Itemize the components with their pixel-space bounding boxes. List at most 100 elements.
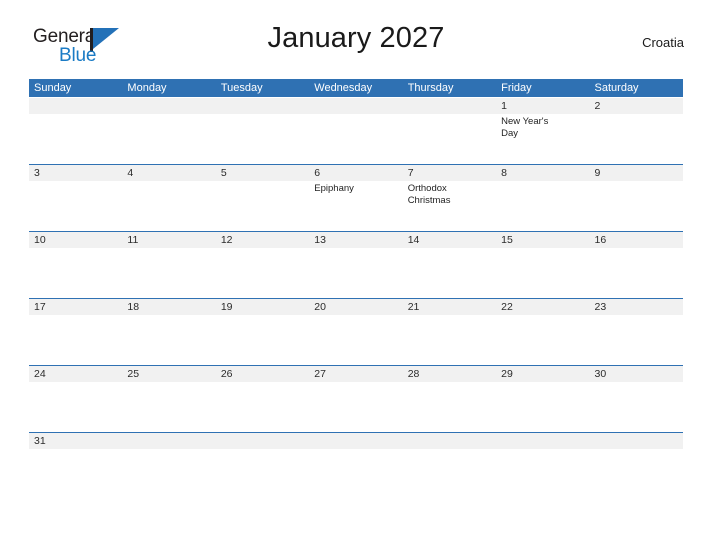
calendar-day-cell[interactable]: 23 [590,299,683,315]
day-number: 22 [501,301,513,313]
calendar-day-cell[interactable]: 20 [309,299,402,315]
day-number: 27 [314,368,326,380]
calendar-day-cell[interactable]: 16 [590,232,683,248]
day-number [314,98,402,114]
week-cells: 17 18 19 20 21 22 23 [29,299,683,315]
day-number: 2 [594,100,601,112]
calendar-empty-cell [403,98,496,140]
calendar-day-cell[interactable]: 1 New Year's Day [496,98,589,140]
day-number: 30 [594,368,607,380]
calendar-empty-cell [29,98,122,140]
weekday-thursday: Thursday [407,82,454,94]
calendar-week-row: 3 4 5 6 Epiphany 7 Orthodox Christmas 8 9 [29,164,683,231]
weekday-tuesday: Tuesday [220,82,263,94]
calendar-day-cell[interactable]: 28 [403,366,496,382]
week-cells: 10 11 12 13 14 15 16 [29,232,683,248]
calendar-day-cell[interactable]: 6 Epiphany [309,165,402,207]
day-number: 9 [594,167,601,179]
day-number: 15 [501,234,513,246]
calendar-week-row: 1 New Year's Day 2 [29,97,683,164]
day-number: 6 [314,167,321,179]
calendar-grid: Sunday Monday Tuesday Wednesday Thursday… [29,79,683,472]
calendar-day-cell[interactable]: 27 [309,366,402,382]
calendar-day-cell[interactable]: 3 [29,165,122,207]
weekday-monday: Monday [127,82,167,94]
calendar-week-row: 10 11 12 13 14 15 16 [29,231,683,298]
calendar-empty-cell [590,433,683,449]
day-number: 31 [34,435,46,447]
calendar-day-cell[interactable]: 2 [590,98,683,140]
calendar-day-cell[interactable]: 11 [122,232,215,248]
day-events: Epiphany [314,181,402,195]
calendar-day-cell[interactable]: 19 [216,299,309,315]
day-number [34,98,122,114]
weekday-sunday: Sunday [34,82,72,94]
weekday-header-row: Sunday Monday Tuesday Wednesday Thursday… [29,79,683,97]
calendar-day-cell[interactable]: 29 [496,366,589,382]
calendar-week-row: 17 18 19 20 21 22 23 [29,298,683,365]
day-number: 1 [501,100,507,112]
calendar-day-cell[interactable]: 4 [122,165,215,207]
holiday-event-label: New Year's Day [501,116,549,139]
calendar-week-row: 24 25 26 27 28 29 30 [29,365,683,432]
calendar-day-cell[interactable]: 21 [403,299,496,315]
day-number [314,433,402,449]
calendar-day-cell[interactable]: 26 [216,366,309,382]
calendar-day-cell[interactable]: 10 [29,232,122,248]
week-cells: 31 [29,433,683,449]
day-number: 5 [220,167,227,179]
calendar-day-cell[interactable]: 25 [122,366,215,382]
calendar-day-cell[interactable]: 22 [496,299,589,315]
calendar-day-cell[interactable]: 31 [29,433,122,449]
calendar-day-cell[interactable]: 15 [496,232,589,248]
calendar-day-cell[interactable]: 14 [403,232,496,248]
calendar-empty-cell [122,433,215,449]
day-number [408,433,496,449]
calendar-page: General Blue January 2027 Croatia Sunday… [0,0,712,550]
weekday-friday: Friday [501,82,532,94]
calendar-day-cell[interactable]: 24 [29,366,122,382]
day-number: 29 [501,368,513,380]
holiday-event-label: Epiphany [314,183,354,194]
page-title: January 2027 [267,22,445,54]
day-number: 17 [34,301,46,313]
day-number: 7 [407,167,414,179]
page-header: General Blue January 2027 Croatia [0,22,712,68]
day-number: 23 [594,301,607,313]
calendar-week-row: 31 [29,432,683,472]
day-number: 19 [220,301,233,313]
calendar-day-cell[interactable]: 12 [216,232,309,248]
day-number [127,433,215,449]
calendar-day-cell[interactable]: 17 [29,299,122,315]
calendar-empty-cell [496,433,589,449]
day-number [501,433,589,449]
day-number: 14 [407,234,420,246]
day-number [408,98,496,114]
calendar-empty-cell [122,98,215,140]
day-number [127,98,215,114]
holiday-event-label: Orthodox Christmas [407,183,451,206]
calendar-empty-cell [309,98,402,140]
day-number: 12 [220,234,233,246]
day-number: 20 [314,301,326,313]
calendar-day-cell[interactable]: 13 [309,232,402,248]
day-number: 13 [314,234,326,246]
day-number [221,98,309,114]
day-number: 18 [127,301,140,313]
day-number [595,433,683,449]
calendar-day-cell[interactable]: 18 [122,299,215,315]
weekday-wednesday: Wednesday [314,82,373,94]
week-cells: 1 New Year's Day 2 [29,98,683,140]
day-number: 16 [594,234,607,246]
calendar-day-cell[interactable]: 5 [216,165,309,207]
day-events: Orthodox Christmas [408,181,496,207]
calendar-day-cell[interactable]: 8 [496,165,589,207]
calendar-empty-cell [403,433,496,449]
calendar-empty-cell [216,433,309,449]
calendar-day-cell[interactable]: 7 Orthodox Christmas [403,165,496,207]
day-number: 4 [127,167,134,179]
day-number [221,433,309,449]
calendar-day-cell[interactable]: 30 [590,366,683,382]
calendar-empty-cell [216,98,309,140]
calendar-day-cell[interactable]: 9 [590,165,683,207]
